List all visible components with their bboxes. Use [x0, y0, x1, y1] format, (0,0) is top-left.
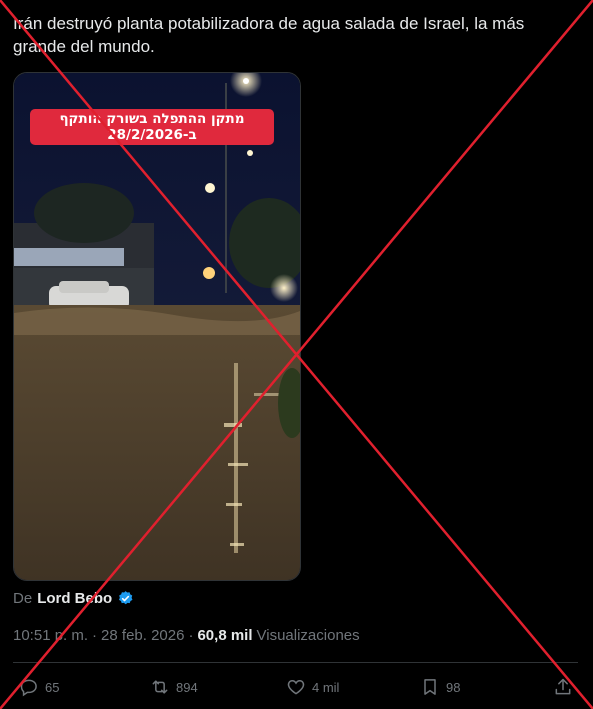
bookmark-count: 98 [446, 679, 461, 695]
like-count: 4 mil [312, 679, 340, 695]
like-button[interactable]: 4 mil [286, 677, 339, 697]
bookmark-icon [424, 679, 436, 695]
views-label: Visualizaciones [256, 627, 360, 644]
attribution-prefix: De [13, 590, 33, 607]
attribution: De Lord Bebo [13, 590, 134, 607]
share-button[interactable] [553, 677, 573, 697]
reply-icon [20, 679, 37, 697]
video-overlay-banner: מתקן ההתפלה בשורק הותקף ב-28/2/2026 [30, 109, 274, 145]
heart-icon [287, 679, 305, 695]
verified-badge-icon [119, 591, 133, 605]
video-frame-image [14, 73, 300, 580]
tweet-time[interactable]: 10:51 p. m. [13, 627, 88, 644]
divider [13, 662, 578, 663]
meta-separator: · [188, 627, 194, 644]
author-link[interactable]: Lord Bebo [37, 590, 112, 607]
repost-button[interactable]: 894 [150, 677, 198, 697]
views-count: 60,8 mil [197, 627, 253, 644]
repost-icon [152, 680, 168, 694]
repost-count: 894 [176, 679, 198, 695]
banner-line-1: מתקן ההתפלה בשורק הותקף [59, 111, 245, 127]
tweet-text: Irán destruyó planta potabilizadora de a… [13, 14, 525, 56]
tweet-date[interactable]: 28 feb. 2026 [101, 627, 184, 644]
share-icon [555, 678, 571, 695]
meta-separator: · [92, 627, 98, 644]
banner-line-2: ב-28/2/2026 [107, 127, 197, 143]
reply-count: 65 [45, 679, 60, 695]
video-thumbnail[interactable]: מתקן ההתפלה בשורק הותקף ב-28/2/2026 [13, 72, 301, 581]
bookmark-button[interactable]: 98 [420, 677, 460, 697]
tweet-meta: 10:51 p. m. · 28 feb. 2026 · 60,8 mil Vi… [13, 627, 360, 644]
action-bar: 65 894 4 mil 98 [13, 677, 578, 699]
reply-button[interactable]: 65 [19, 677, 59, 697]
